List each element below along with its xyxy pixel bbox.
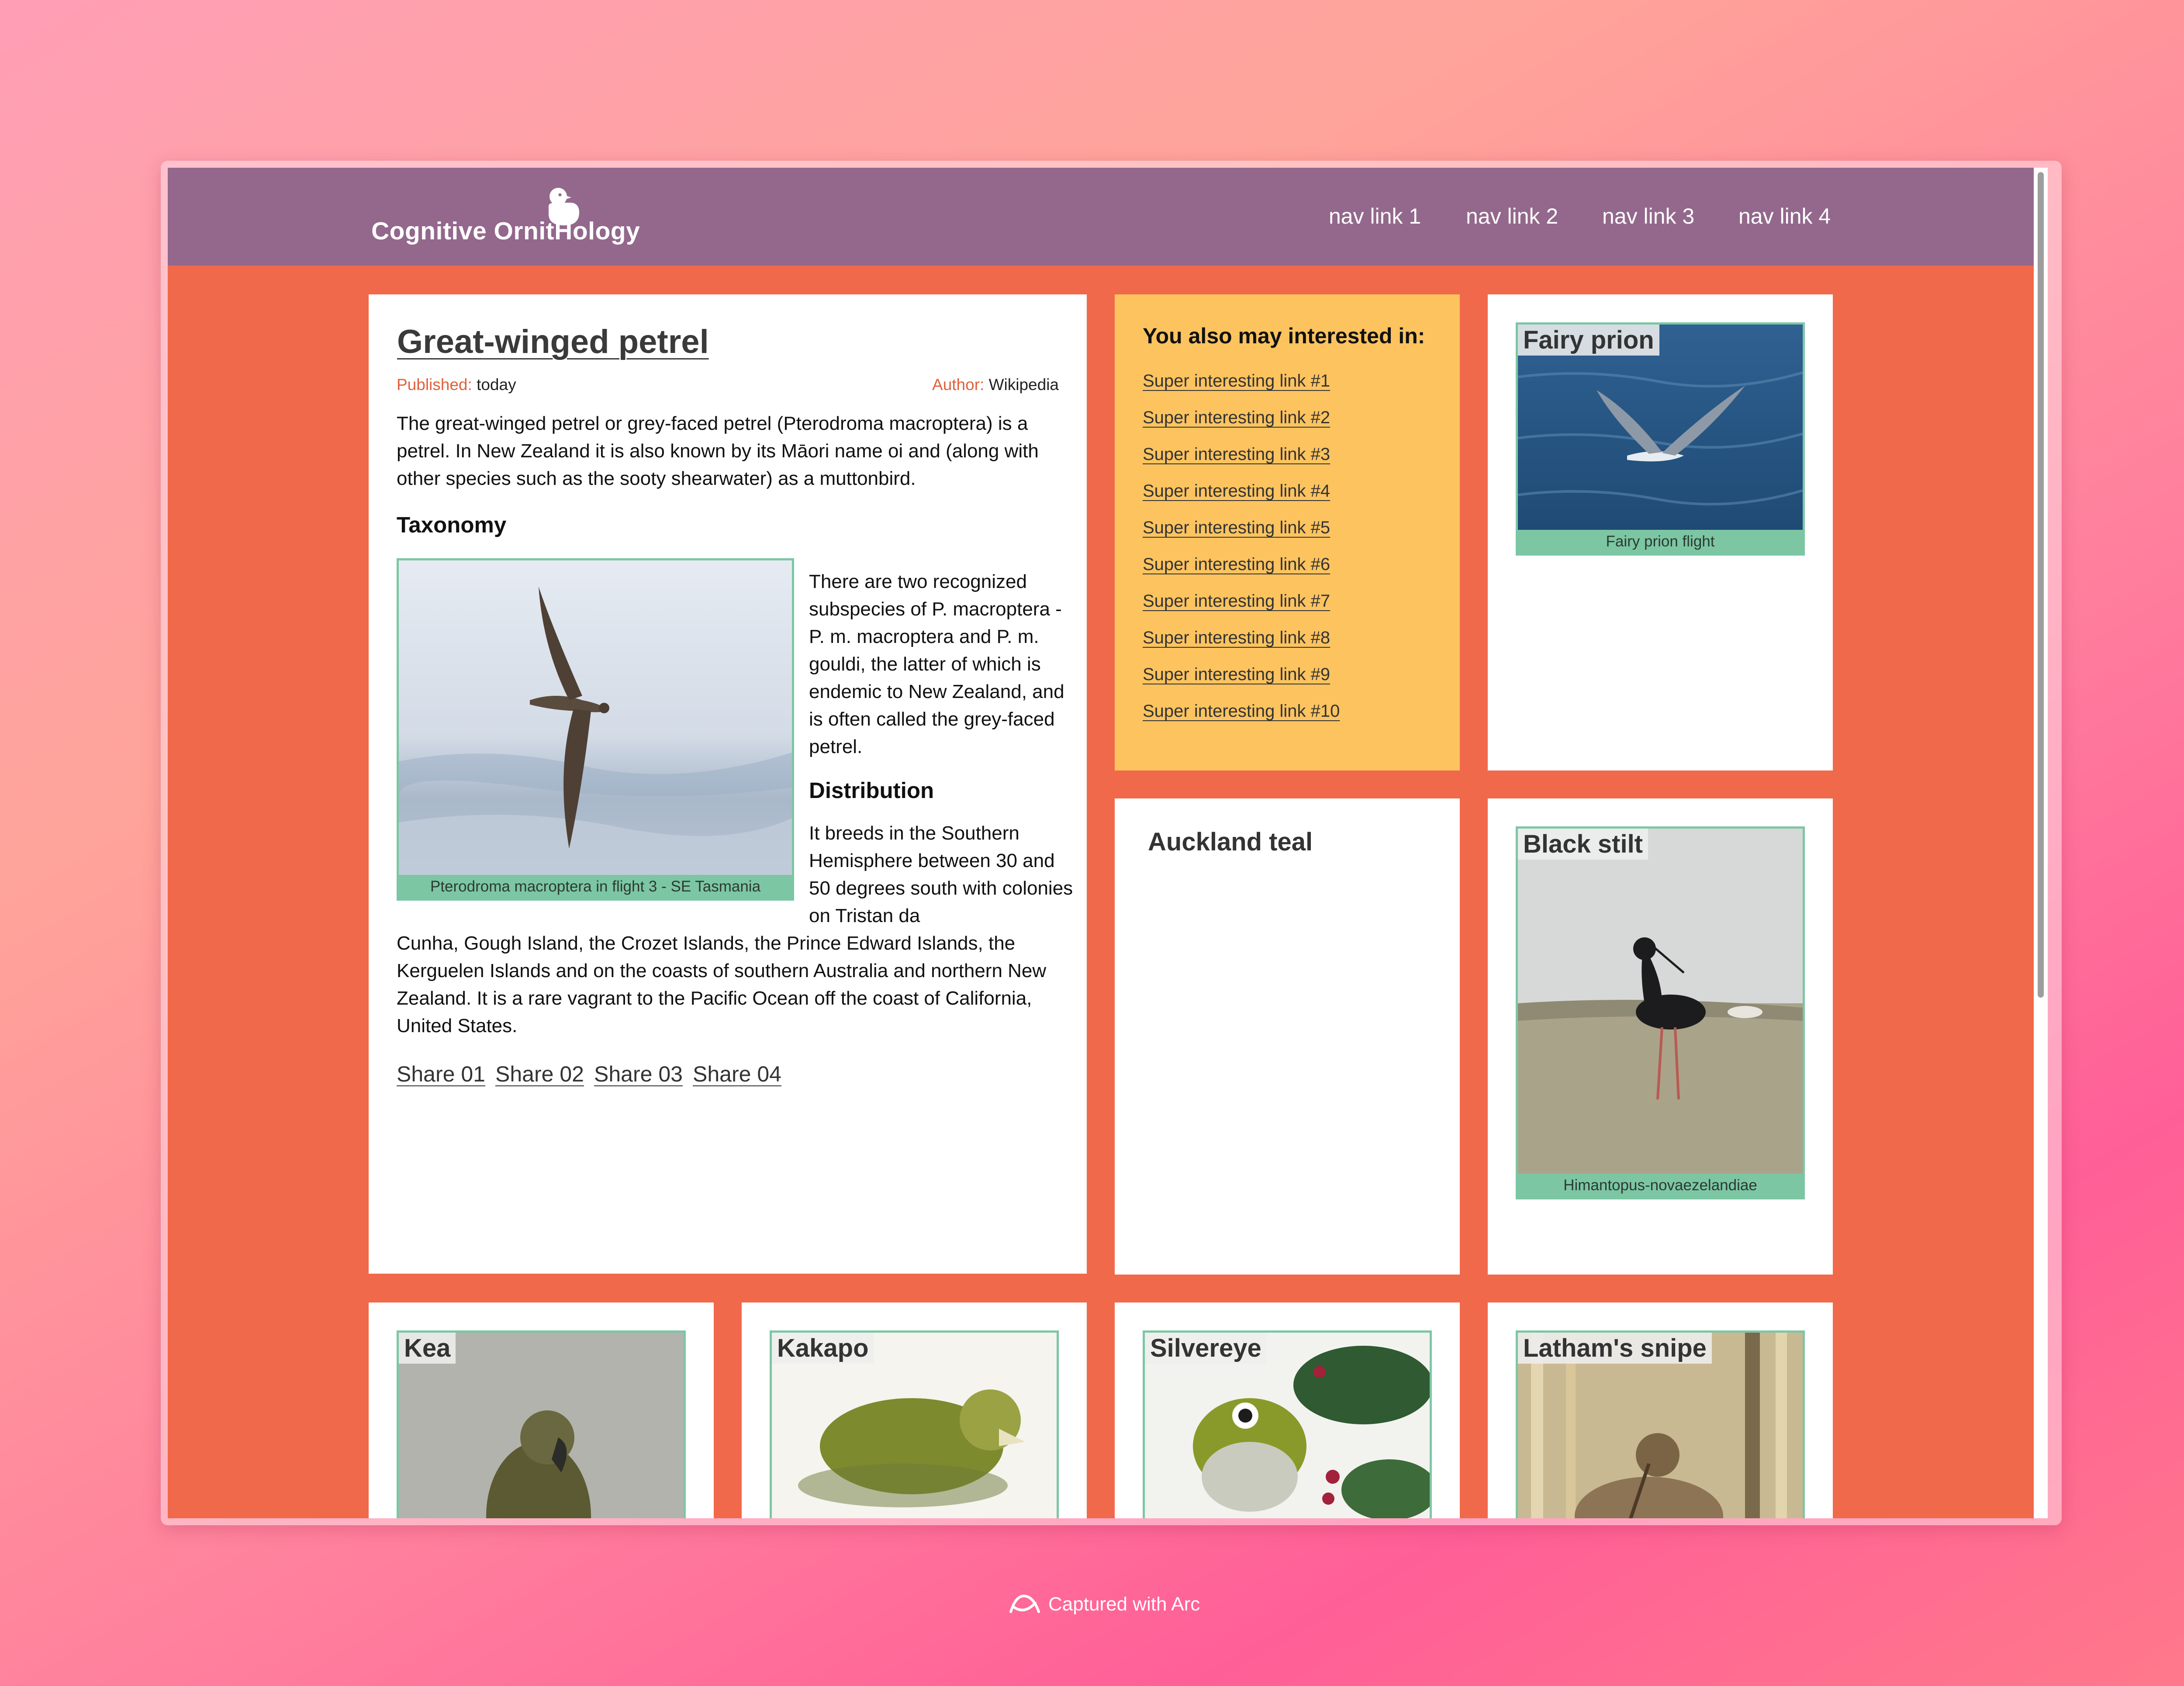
share-link-1[interactable]: Share 01 <box>397 1061 485 1087</box>
capture-footer-text: Captured with Arc <box>1048 1593 1200 1615</box>
interest-link-8[interactable]: Super interesting link #8 <box>1143 628 1330 648</box>
nav-link-2[interactable]: nav link 2 <box>1466 204 1558 229</box>
fairy-prion-figure[interactable]: Fairy prion Fairy prion flight <box>1516 322 1805 556</box>
interest-title: You also may interested in: <box>1143 324 1425 348</box>
published-label: Published: <box>397 376 472 394</box>
author-value: Wikipedia <box>988 376 1059 394</box>
capture-footer: Captured with Arc <box>1008 1592 1218 1618</box>
interest-link-5[interactable]: Super interesting link #5 <box>1143 518 1330 538</box>
scrollbar-thumb[interactable] <box>2038 172 2044 998</box>
kea-card: Kea <box>369 1303 714 1518</box>
kakapo-figure[interactable]: Kakapo <box>770 1330 1059 1518</box>
interest-link-1[interactable]: Super interesting link #1 <box>1143 371 1330 391</box>
nav-link-4[interactable]: nav link 4 <box>1738 204 1831 229</box>
interest-link-10[interactable]: Super interesting link #10 <box>1143 701 1340 721</box>
petrel-photo <box>399 560 792 879</box>
fairy-prion-title: Fairy prion <box>1518 325 1659 356</box>
arc-logo-icon <box>1009 1594 1040 1613</box>
black-stilt-caption: Himantopus-novaezelandiae <box>1518 1174 1803 1197</box>
black-stilt-figure[interactable]: Black stilt Himantopus-novaezelandiae <box>1516 826 1805 1199</box>
kea-figure[interactable]: Kea <box>397 1330 686 1518</box>
distribution-text-full: Cunha, Gough Island, the Crozet Islands,… <box>397 933 1047 1036</box>
petrel-figure: Pterodroma macroptera in flight 3 - SE T… <box>397 558 794 901</box>
published-meta: Published: today <box>397 376 516 394</box>
bird-logo-icon <box>549 188 579 225</box>
silvereye-figure[interactable]: Silvereye <box>1143 1330 1432 1518</box>
taxonomy-heading: Taxonomy <box>397 512 507 537</box>
figure-caption: Pterodroma macroptera in flight 3 - SE T… <box>399 875 792 898</box>
interest-link-7[interactable]: Super interesting link #7 <box>1143 591 1330 611</box>
share-link-4[interactable]: Share 04 <box>693 1061 781 1087</box>
black-stilt-title: Black stilt <box>1518 829 1648 860</box>
auckland-teal-card: Auckland teal <box>1115 798 1460 1275</box>
share-link-2[interactable]: Share 02 <box>495 1061 584 1087</box>
kakapo-title: Kakapo <box>772 1333 874 1364</box>
lathams-snipe-figure[interactable]: Latham's snipe <box>1516 1330 1805 1518</box>
black-stilt-card: Black stilt Himantopus-novaezelandiae <box>1488 798 1833 1275</box>
lathams-snipe-title: Latham's snipe <box>1518 1333 1712 1364</box>
page-viewport: Cognitive OrnitHology nav link 1 nav lin… <box>168 168 2048 1518</box>
interest-link-4[interactable]: Super interesting link #4 <box>1143 481 1330 501</box>
interest-link-2[interactable]: Super interesting link #2 <box>1143 408 1330 428</box>
interest-card: You also may interested in: Super intere… <box>1115 294 1460 770</box>
fairy-prion-card: Fairy prion Fairy prion flight <box>1488 294 1833 770</box>
article-title[interactable]: Great-winged petrel <box>397 323 709 361</box>
taxonomy-text: There are two recognized subspecies of P… <box>809 571 1064 757</box>
article-intro: The great-winged petrel or grey-faced pe… <box>397 413 1039 489</box>
author-meta: Author: Wikipedia <box>932 376 1059 394</box>
nav-link-1[interactable]: nav link 1 <box>1329 204 1421 229</box>
site-logo[interactable]: Cognitive OrnitHology <box>371 217 640 245</box>
silvereye-title: Silvereye <box>1145 1333 1267 1364</box>
interest-link-9[interactable]: Super interesting link #9 <box>1143 665 1330 684</box>
nav-link-3[interactable]: nav link 3 <box>1602 204 1694 229</box>
site-header: Cognitive OrnitHology nav link 1 nav lin… <box>168 168 2034 266</box>
article-card: Great-winged petrel Published: today Aut… <box>369 294 1087 1274</box>
fairy-prion-photo <box>1518 325 1803 532</box>
black-stilt-photo <box>1518 829 1803 1175</box>
fairy-prion-caption: Fairy prion flight <box>1518 530 1803 553</box>
interest-link-6[interactable]: Super interesting link #6 <box>1143 555 1330 574</box>
silvereye-card: Silvereye <box>1115 1303 1460 1518</box>
kakapo-card: Kakapo <box>742 1303 1087 1518</box>
published-value: today <box>477 376 516 394</box>
auckland-teal-title[interactable]: Auckland teal <box>1148 827 1313 857</box>
kea-title: Kea <box>399 1333 456 1364</box>
distribution-text-side: It breeds in the Southern Hemisphere bet… <box>809 822 1073 926</box>
author-label: Author: <box>932 376 985 394</box>
interest-link-3[interactable]: Super interesting link #3 <box>1143 445 1330 464</box>
share-link-3[interactable]: Share 03 <box>594 1061 683 1087</box>
distribution-heading: Distribution <box>809 778 934 803</box>
lathams-snipe-card: Latham's snipe <box>1488 1303 1833 1518</box>
